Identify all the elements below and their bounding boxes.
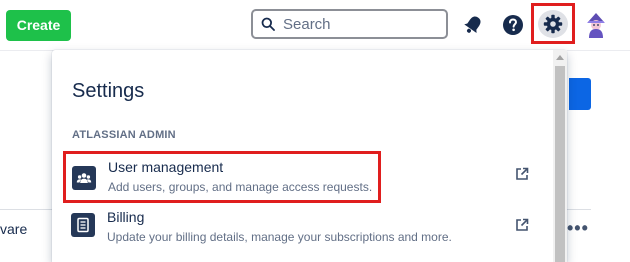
background-primary-button <box>569 78 591 110</box>
create-button[interactable]: Create <box>6 10 71 41</box>
external-link-icon[interactable] <box>515 167 529 181</box>
section-heading: ATLASSIAN ADMIN <box>72 129 176 141</box>
settings-button-background <box>538 10 568 38</box>
people-icon <box>72 166 96 190</box>
menu-item-billing[interactable]: Billing Update your billing details, man… <box>62 205 530 253</box>
background-row-divider <box>566 209 591 210</box>
more-options-icon[interactable]: ••• <box>567 218 589 239</box>
settings-button[interactable] <box>531 3 575 44</box>
settings-dropdown: Settings ATLASSIAN ADMIN User management… <box>52 50 567 262</box>
gear-icon <box>543 14 563 34</box>
menu-item-label: User management <box>108 159 224 175</box>
scroll-up-arrow-icon[interactable] <box>556 55 564 60</box>
search-input[interactable] <box>283 14 433 34</box>
document-icon <box>71 213 95 237</box>
scrollbar-thumb[interactable] <box>555 66 565 262</box>
menu-item-label: Billing <box>107 209 145 225</box>
menu-item-description: Update your billing details, manage your… <box>107 230 452 244</box>
avatar[interactable] <box>584 12 608 38</box>
top-navigation: Create <box>0 0 630 50</box>
bell-icon[interactable] <box>463 14 483 36</box>
search-icon <box>261 17 275 31</box>
menu-item-user-management[interactable]: User management Add users, groups, and m… <box>63 151 381 203</box>
menu-item-description: Add users, groups, and manage access req… <box>108 180 373 194</box>
help-icon[interactable] <box>502 14 524 36</box>
search-box[interactable] <box>251 9 448 39</box>
external-link-icon[interactable] <box>515 218 529 232</box>
background-row-divider <box>0 209 52 210</box>
background-row-text: vare <box>0 221 28 237</box>
panel-scrollbar[interactable] <box>553 50 567 262</box>
panel-title: Settings <box>72 80 145 102</box>
